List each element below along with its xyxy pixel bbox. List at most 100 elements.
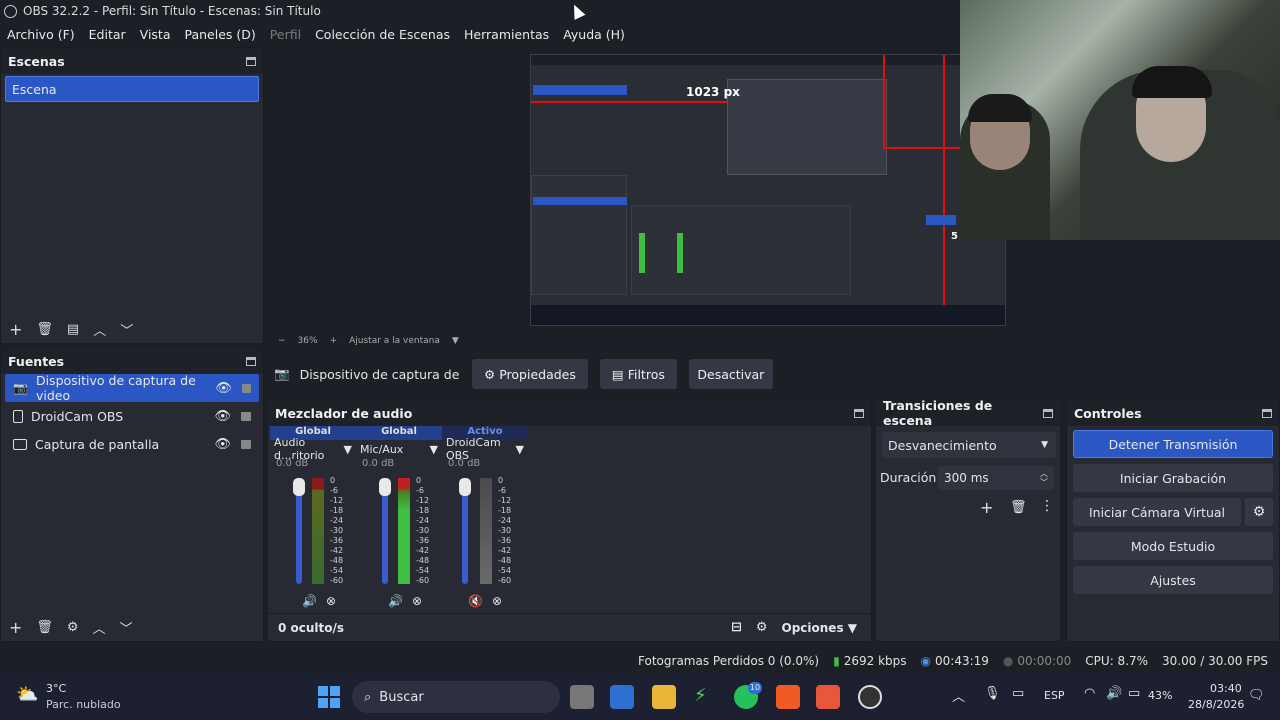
settings-button[interactable]: Ajustes xyxy=(1073,566,1273,594)
lock-icon[interactable] xyxy=(241,439,251,449)
monitor-settings-icon[interactable]: ⊗ xyxy=(412,594,422,608)
menu-ayuda[interactable]: Ayuda (H) xyxy=(556,27,632,42)
zoom-dropdown-icon[interactable]: ▼ xyxy=(452,336,459,346)
start-recording-button[interactable]: Iniciar Grabación xyxy=(1073,464,1273,492)
dropdown-icon[interactable]: ▼ xyxy=(430,443,438,456)
stop-streaming-button[interactable]: Detener Transmisión xyxy=(1073,430,1273,458)
undock-icon[interactable] xyxy=(1262,408,1272,418)
volume-slider-knob[interactable] xyxy=(459,478,471,496)
app-icon[interactable] xyxy=(816,685,840,709)
channel-name[interactable]: DroidCam OBS ▼ xyxy=(442,436,528,462)
transition-select[interactable]: Desvanecimiento ▼ xyxy=(882,432,1056,458)
visibility-eye-icon[interactable]: 👁 xyxy=(214,437,231,452)
visibility-eye-icon[interactable]: 👁 xyxy=(214,409,231,424)
lock-icon[interactable] xyxy=(241,383,251,393)
dropdown-icon[interactable]: ▼ xyxy=(344,443,352,456)
undock-icon[interactable] xyxy=(854,408,864,418)
studio-mode-button[interactable]: Modo Estudio xyxy=(1073,532,1273,560)
language-indicator[interactable]: ESP xyxy=(1044,689,1065,702)
file-explorer-icon[interactable] xyxy=(652,685,676,709)
source-item[interactable]: DroidCam OBS 👁 xyxy=(5,402,259,430)
zoom-in-icon[interactable]: + xyxy=(330,336,338,346)
more-options-icon[interactable]: ⋮ xyxy=(1040,498,1054,514)
source-item[interactable]: 📷 Dispositivo de captura de video 👁 xyxy=(5,373,259,403)
speaker-icon[interactable]: 🔊 xyxy=(388,594,403,608)
channel-name[interactable]: Mic/Aux ▼ xyxy=(356,440,442,458)
volume-icon[interactable]: 🔊 xyxy=(1106,686,1122,701)
deactivate-button[interactable]: Desactivar xyxy=(688,359,773,389)
clock-date[interactable]: 28/8/2026 xyxy=(1188,698,1244,711)
transitions-header: Transiciones de escena xyxy=(876,398,1060,428)
bitrate: 2692 kbps xyxy=(843,654,907,668)
properties-button[interactable]: ⚙ Propiedades xyxy=(472,359,588,389)
visibility-eye-icon[interactable]: 👁 xyxy=(215,381,232,396)
add-icon[interactable]: + xyxy=(9,320,22,339)
windows-start-icon[interactable] xyxy=(318,686,340,708)
scene-item[interactable]: Escena xyxy=(5,76,259,102)
obs-taskbar-icon[interactable] xyxy=(858,685,882,709)
virtual-camera-settings-icon[interactable]: ⚙ xyxy=(1245,498,1273,526)
move-up-icon[interactable]: ︿ xyxy=(93,618,106,637)
preview-canvas[interactable]: 1023 px 5 xyxy=(530,54,1006,326)
add-icon[interactable]: + xyxy=(9,618,22,637)
trash-icon[interactable]: 🗑 xyxy=(36,322,53,337)
filter-icon[interactable]: ▤ xyxy=(67,322,79,337)
menu-paneles[interactable]: Paneles (D) xyxy=(178,27,263,42)
volume-slider-knob[interactable] xyxy=(379,478,391,496)
channel-name[interactable]: Audio d...ritorio ▼ xyxy=(270,436,356,462)
options-label: Opciones xyxy=(781,620,844,635)
fit-window-button[interactable]: Ajustar a la ventana xyxy=(349,336,440,346)
display-icon[interactable]: ▭ xyxy=(1012,686,1024,701)
undock-icon[interactable] xyxy=(1043,408,1053,418)
db-scale-tick: -6 xyxy=(416,486,424,495)
menu-archivo[interactable]: Archivo (F) xyxy=(0,27,82,42)
volume-slider-knob[interactable] xyxy=(293,478,305,496)
options-menu[interactable]: Opciones ▼ xyxy=(782,621,858,635)
undock-icon[interactable] xyxy=(246,56,256,66)
menu-vista[interactable]: Vista xyxy=(133,27,178,42)
menu-perfil[interactable]: Perfil xyxy=(263,27,308,42)
trash-icon[interactable]: 🗑 xyxy=(36,620,53,635)
duration-input[interactable]: 300 ms ︿ ﹀ xyxy=(938,466,1054,490)
lightning-app-icon[interactable]: ⚡ xyxy=(694,685,707,706)
advanced-audio-icon[interactable]: ⚙ xyxy=(756,620,768,635)
monitor-settings-icon[interactable]: ⊗ xyxy=(326,594,336,608)
sources-dock-header: Fuentes xyxy=(1,348,263,374)
lock-icon[interactable] xyxy=(241,411,251,421)
speaker-icon[interactable]: 🔊 xyxy=(302,594,317,608)
start-virtual-camera-button[interactable]: Iniciar Cámara Virtual xyxy=(1073,498,1241,526)
clock-time[interactable]: 03:40 xyxy=(1210,682,1242,695)
source-item[interactable]: Captura de pantalla 👁 xyxy=(5,430,259,458)
muted-speaker-icon[interactable]: 🔇 xyxy=(468,594,483,608)
move-down-icon[interactable]: ﹀ xyxy=(120,320,133,339)
menu-herramientas[interactable]: Herramientas xyxy=(457,27,556,42)
task-view-icon[interactable] xyxy=(570,685,594,709)
layout-icon[interactable]: ⊟ xyxy=(731,620,742,635)
weather-temp[interactable]: 3°C xyxy=(46,682,66,695)
notification-badge: 10 xyxy=(748,682,762,694)
add-icon[interactable]: + xyxy=(980,498,993,517)
notifications-icon[interactable]: 🗨 xyxy=(1248,688,1265,703)
dropdown-icon[interactable]: ▼ xyxy=(516,443,524,456)
filters-button[interactable]: ▤ Filtros xyxy=(599,359,677,389)
wifi-icon[interactable]: ◠ xyxy=(1084,686,1095,701)
move-down-icon[interactable]: ﹀ xyxy=(120,618,133,637)
undock-icon[interactable] xyxy=(246,356,256,366)
gear-icon[interactable]: ⚙ xyxy=(67,620,79,635)
store-icon[interactable] xyxy=(610,685,634,709)
spinner-icon[interactable]: ︿ ﹀ xyxy=(1040,469,1048,487)
microphone-icon[interactable]: 🎙 xyxy=(984,686,1001,701)
mixer-channel: Activo DroidCam OBS ▼ 0.0 dB 0 -6 -12 -18 -24… xyxy=(442,426,528,611)
context-source-label: Dispositivo de captura de v xyxy=(299,366,460,382)
move-up-icon[interactable]: ︿ xyxy=(93,320,106,339)
brave-icon[interactable] xyxy=(776,685,800,709)
trash-icon[interactable]: 🗑 xyxy=(1010,500,1027,515)
weather-icon[interactable]: ⛅ xyxy=(16,684,38,705)
battery-icon[interactable]: ▭ xyxy=(1128,686,1140,701)
zoom-out-icon[interactable]: − xyxy=(278,336,286,346)
menu-coleccion-escenas[interactable]: Colección de Escenas xyxy=(308,27,457,42)
chevron-up-icon[interactable]: ︿ xyxy=(952,686,965,705)
monitor-settings-icon[interactable]: ⊗ xyxy=(492,594,502,608)
taskbar-search[interactable]: ⌕ Buscar xyxy=(352,681,560,713)
menu-editar[interactable]: Editar xyxy=(82,27,133,42)
